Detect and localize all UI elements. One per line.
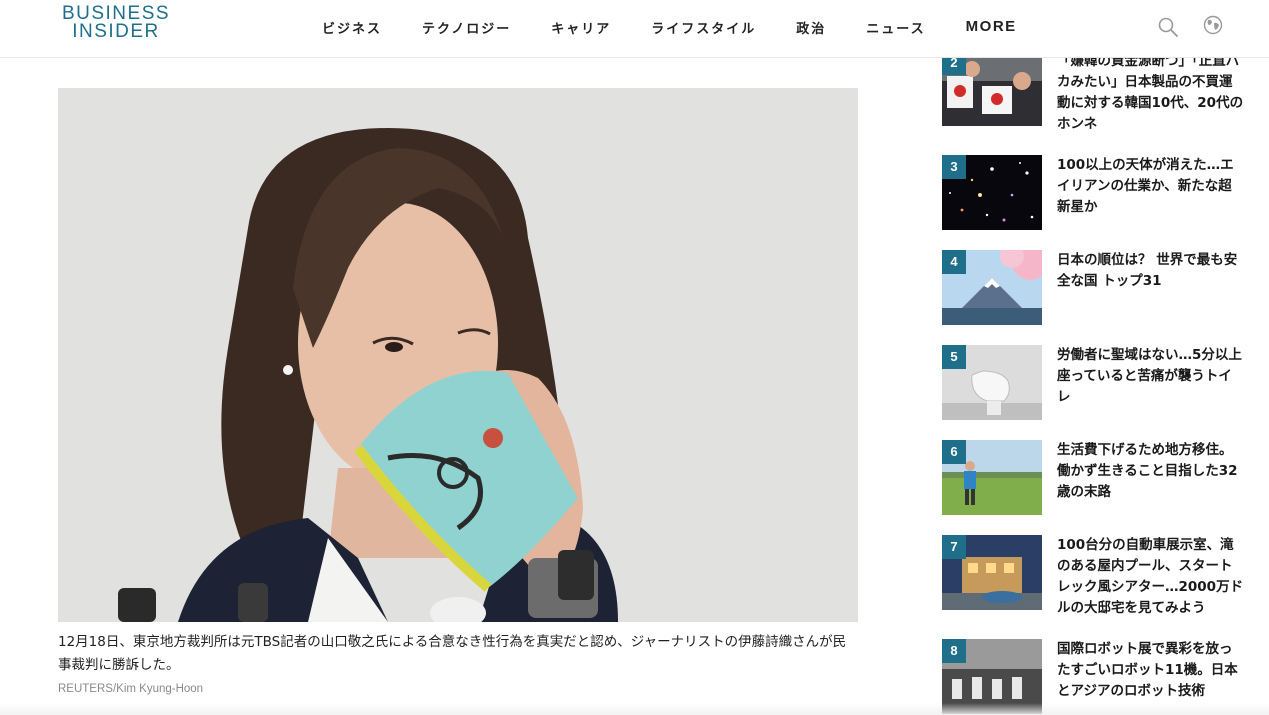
ranking-title[interactable]: 日本の順位は？ 世界で最も安全な国 トップ31 [1057,250,1245,292]
rank-badge: 7 [942,535,966,559]
rank-badge: 4 [942,250,966,274]
ranking-title[interactable]: 「嫌韓の資金源断つ」「正直バカみたい」日本製品の不買運動に対する韓国10代、20… [1057,51,1245,135]
rank-badge: 6 [942,440,966,464]
rank-badge: 5 [942,345,966,369]
nav-lifestyle[interactable]: ライフスタイル [651,18,756,37]
logo-line-2: INSIDER [72,21,160,42]
image-credit: REUTERS/Kim Kyung-Hoon [58,683,204,695]
site-header: BUSINESS INSIDER ビジネス テクノロジー キャリア ライフスタイ… [0,0,1269,58]
hero-photo [58,88,858,622]
image-caption: 12月18日、東京地方裁判所は元TBS記者の山口敬之氏による合意なき性行為を真実… [58,634,847,673]
article-hero-image [58,88,858,622]
nav-news[interactable]: ニュース [866,18,925,37]
search-icon[interactable] [1157,16,1179,38]
globe-icon[interactable] [1202,14,1224,36]
nav-career[interactable]: キャリア [551,18,611,37]
ranking-title[interactable]: 生活費下げるため地方移住。働かず生きること目指した32歳の末路 [1057,440,1245,503]
nav-business[interactable]: ビジネス [322,18,382,37]
rank-badge: 3 [942,155,966,179]
ranking-title[interactable]: 労働者に聖域はない…5分以上座っていると苦痛が襲うトイレ [1057,345,1245,408]
bottom-fade [0,703,1269,715]
ranking-title[interactable]: 国際ロボット展で異彩を放ったすごいロボット11機。日本とアジアのロボット技術 [1057,639,1245,702]
ranking-title[interactable]: 100台分の自動車展示室、滝のある屋内プール、スタートレック風シアター…2000… [1057,535,1245,619]
nav-more[interactable]: MORE [966,18,1017,37]
ranking-title[interactable]: 100以上の天体が消えた…エイリアンの仕業か、新たな超新星か [1057,155,1245,218]
nav-politics[interactable]: 政治 [796,18,826,37]
main-nav: ビジネス テクノロジー キャリア ライフスタイル 政治 ニュース MORE [322,18,1017,37]
nav-technology[interactable]: テクノロジー [422,18,511,37]
site-logo[interactable]: BUSINESS INSIDER [58,4,174,42]
rank-badge: 8 [942,639,966,663]
